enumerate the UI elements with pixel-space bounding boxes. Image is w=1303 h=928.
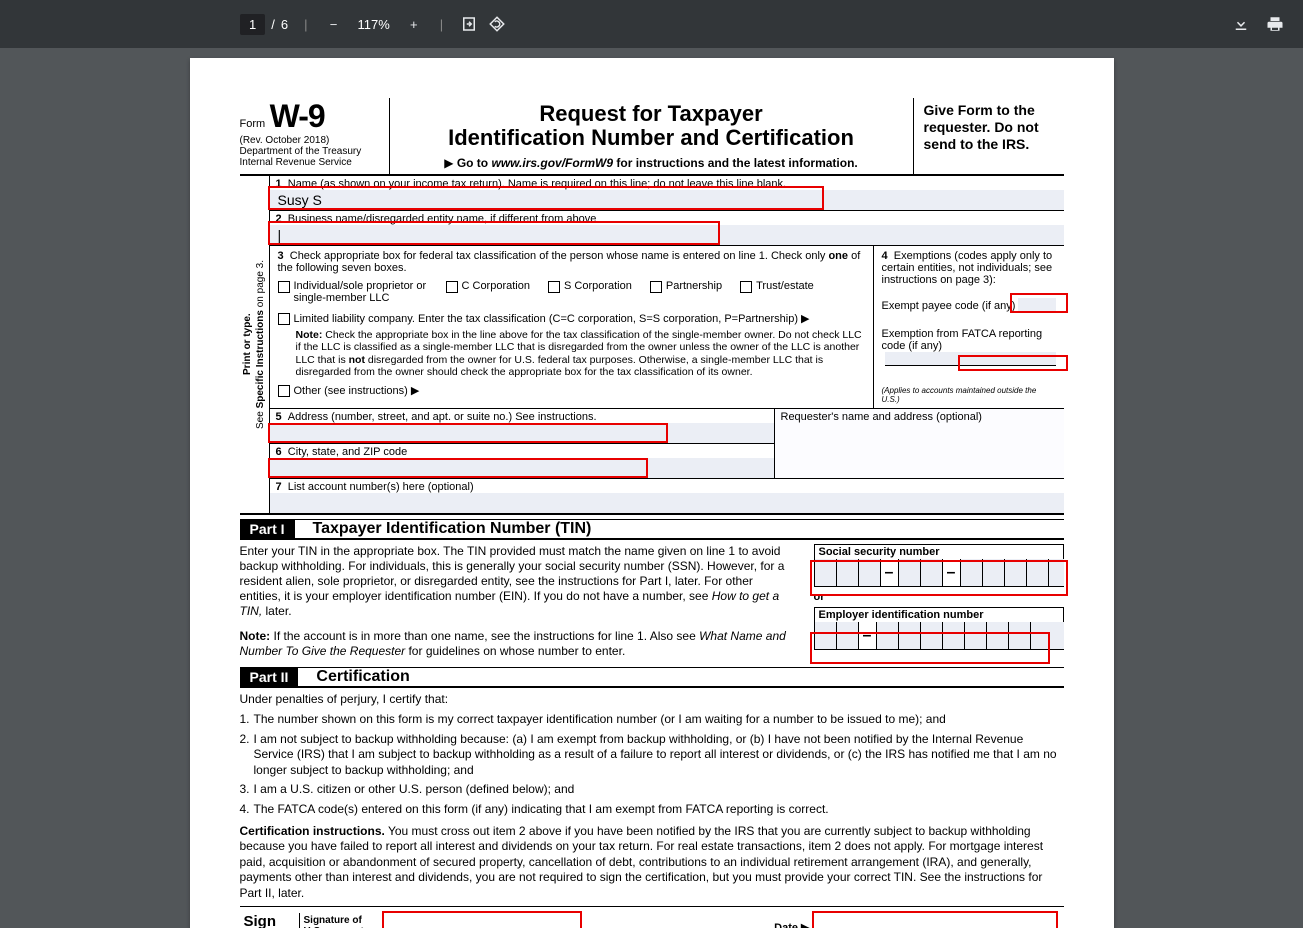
checkbox-trust[interactable] bbox=[740, 281, 752, 293]
highlight-box bbox=[810, 560, 1068, 596]
zoom-in-button[interactable]: + bbox=[404, 14, 424, 34]
fit-page-button[interactable] bbox=[459, 14, 479, 34]
line5-label: Address (number, street, and apt. or sui… bbox=[288, 411, 597, 423]
checkbox-scorp[interactable] bbox=[548, 281, 560, 293]
business-name-field[interactable]: | bbox=[270, 225, 1064, 245]
line4-label: Exemptions (codes apply only to certain … bbox=[882, 250, 1053, 286]
part1-title: Taxpayer Identification Number (TIN) bbox=[313, 520, 592, 538]
checkbox-llc[interactable] bbox=[278, 313, 290, 325]
ssn-header: Social security number bbox=[814, 544, 1064, 560]
requester-address-field[interactable]: Requester's name and address (optional) bbox=[774, 409, 1064, 478]
highlight-box bbox=[1010, 293, 1068, 313]
cert-preamble: Under penalties of perjury, I certify th… bbox=[240, 692, 1064, 708]
zoom-level[interactable]: 117% bbox=[351, 17, 395, 32]
fatca-note: (Applies to accounts maintained outside … bbox=[882, 386, 1056, 404]
goto-line: ▶ Go to www.irs.gov/FormW9 for instructi… bbox=[400, 156, 903, 170]
zoom-out-button[interactable]: − bbox=[323, 14, 343, 34]
highlight-box bbox=[382, 911, 582, 928]
form-label: Form bbox=[240, 118, 266, 130]
rotate-button[interactable] bbox=[487, 14, 507, 34]
part1-label: Part I bbox=[240, 520, 295, 538]
cert-list: 1.The number shown on this form is my co… bbox=[240, 712, 1064, 818]
page-indicator: 1 / 6 bbox=[240, 14, 288, 35]
highlight-box bbox=[268, 458, 648, 478]
dept-irs: Internal Revenue Service bbox=[240, 157, 389, 168]
signature-field[interactable] bbox=[384, 913, 745, 928]
dept-treasury: Department of the Treasury bbox=[240, 146, 389, 157]
highlight-box bbox=[268, 221, 720, 245]
cert-instructions: Certification instructions. You must cro… bbox=[240, 824, 1064, 907]
line3-label: Check appropriate box for federal tax cl… bbox=[278, 250, 861, 274]
date-label: Date ▶ bbox=[744, 913, 813, 928]
checkbox-other[interactable] bbox=[278, 385, 290, 397]
highlight-box bbox=[268, 186, 824, 210]
form-title: Request for TaxpayerIdentification Numbe… bbox=[400, 102, 903, 150]
line6-label: City, state, and ZIP code bbox=[288, 446, 407, 458]
name-field[interactable]: Susy S bbox=[270, 190, 1064, 210]
checkbox-ccorp[interactable] bbox=[446, 281, 458, 293]
signature-label: Signature of U.S. person ▶ bbox=[300, 913, 384, 928]
part2-title: Certification bbox=[316, 668, 409, 686]
give-form-note: Give Form to the requester. Do not send … bbox=[924, 102, 1064, 152]
checkbox-partnership[interactable] bbox=[650, 281, 662, 293]
vertical-instructions: Print or type.See Specific Instructions … bbox=[240, 176, 270, 513]
part2-label: Part II bbox=[240, 668, 299, 686]
page-current-input[interactable]: 1 bbox=[240, 14, 265, 35]
download-button[interactable] bbox=[1231, 14, 1251, 34]
pdf-toolbar: 1 / 6 | − 117% + | bbox=[0, 0, 1303, 48]
print-button[interactable] bbox=[1265, 14, 1285, 34]
highlight-box bbox=[812, 911, 1058, 928]
revision-date: (Rev. October 2018) bbox=[240, 135, 389, 146]
account-numbers-field[interactable] bbox=[270, 493, 1064, 513]
line7-label: List account number(s) here (optional) bbox=[288, 481, 474, 493]
ein-header: Employer identification number bbox=[814, 607, 1064, 623]
sign-here-label: SignHere bbox=[240, 913, 300, 928]
highlight-box bbox=[810, 632, 1050, 664]
date-field[interactable] bbox=[814, 913, 1064, 928]
highlight-box bbox=[268, 423, 668, 443]
form-number: W-9 bbox=[270, 98, 325, 134]
page-total: 6 bbox=[281, 17, 288, 32]
highlight-box bbox=[958, 355, 1068, 371]
checkbox-individual[interactable] bbox=[278, 281, 290, 293]
pdf-viewport[interactable]: Form W-9 (Rev. October 2018) Department … bbox=[0, 48, 1303, 928]
pdf-page: Form W-9 (Rev. October 2018) Department … bbox=[190, 58, 1114, 928]
